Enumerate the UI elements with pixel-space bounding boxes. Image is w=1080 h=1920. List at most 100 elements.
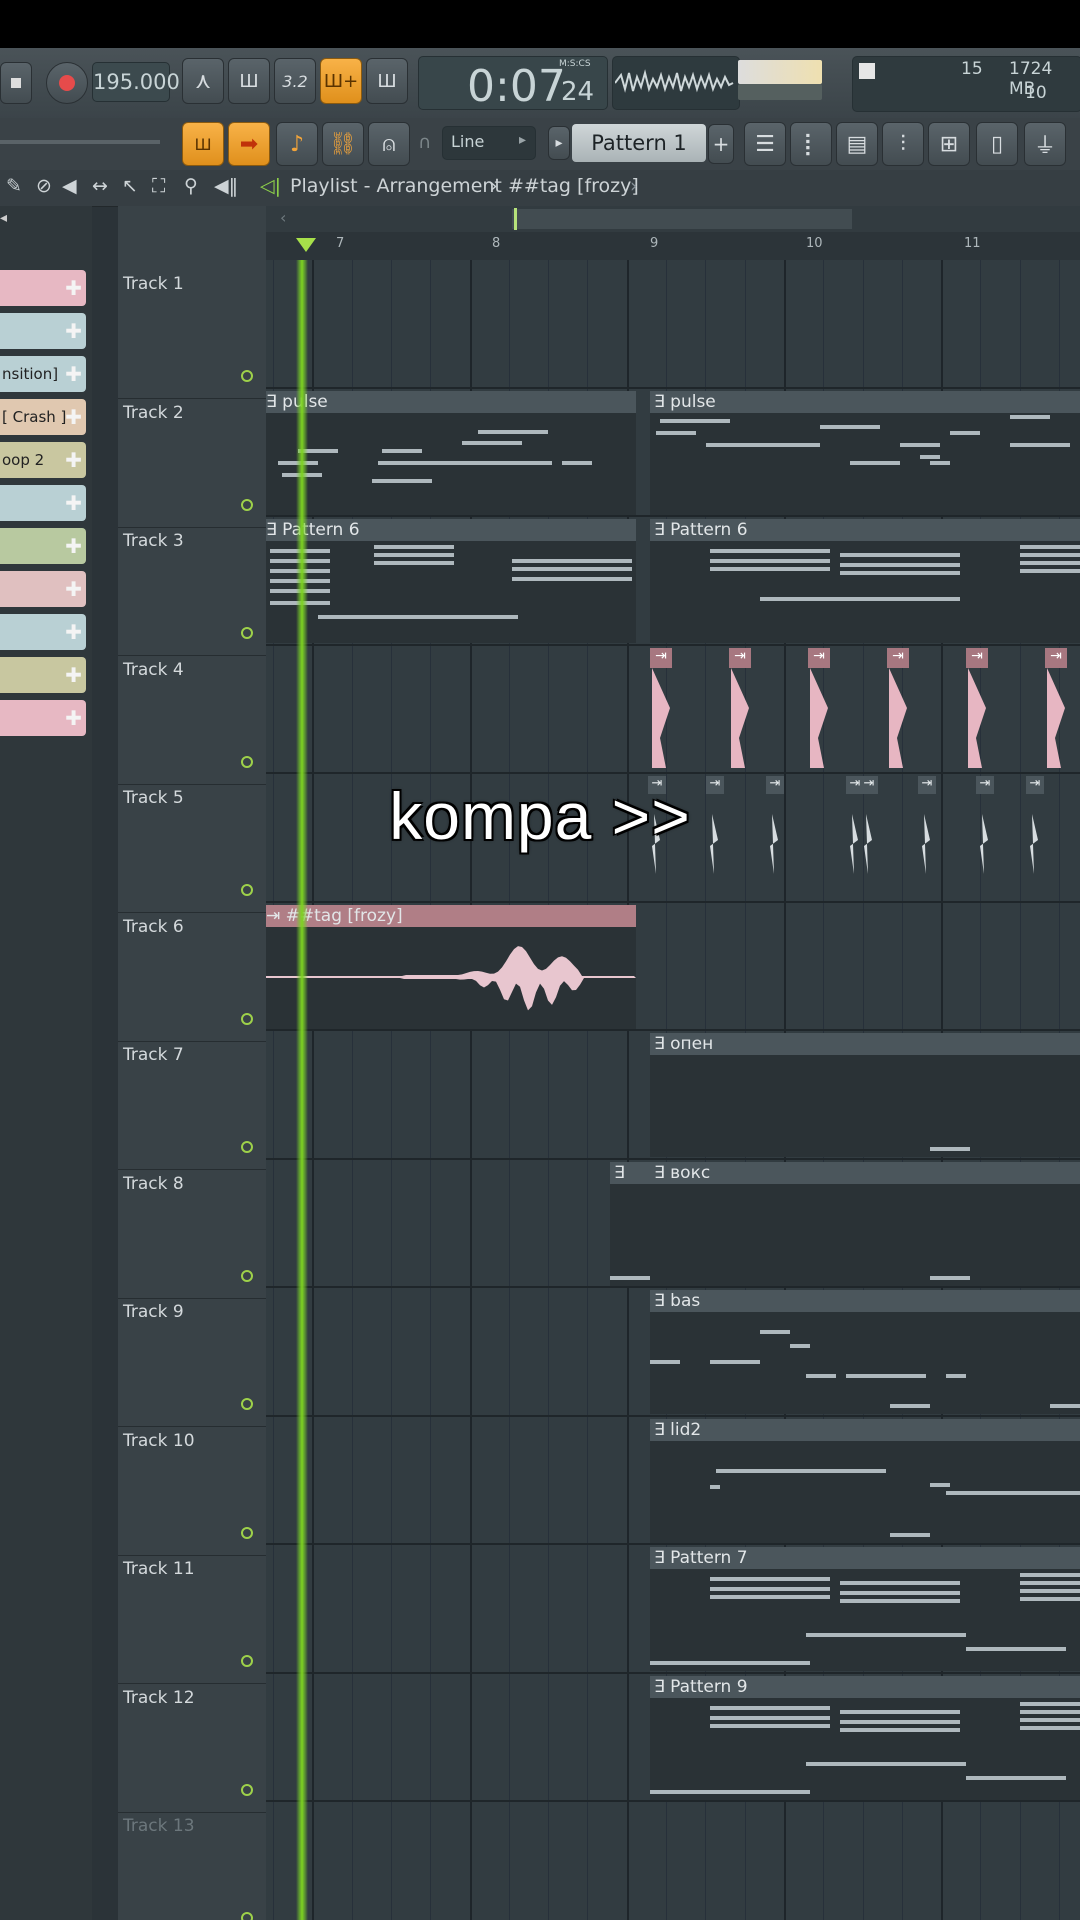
- audio-clip-icon[interactable]: ⇥: [650, 648, 672, 668]
- loop-record-button[interactable]: Ш: [366, 58, 408, 104]
- overview-window[interactable]: [512, 209, 852, 229]
- stop-button[interactable]: [0, 62, 32, 104]
- tempo-display[interactable]: 195.000: [92, 62, 180, 102]
- audio-clip-icon[interactable]: ⇥: [729, 648, 751, 668]
- plugin-button[interactable]: ⏚: [1024, 122, 1066, 166]
- track-header[interactable]: Track 12: [118, 1684, 266, 1813]
- metronome-button[interactable]: ⋏: [182, 58, 224, 104]
- track-enable-icon[interactable]: [241, 755, 253, 768]
- track-label: Track 4: [123, 659, 184, 680]
- track-header[interactable]: Track 8: [118, 1170, 266, 1299]
- channel-button[interactable]: ✚: [0, 485, 86, 521]
- step-edit-button[interactable]: Ш+: [320, 58, 362, 104]
- multilink-button[interactable]: ⍝: [368, 122, 410, 166]
- playlist-clip[interactable]: ∃ lid2: [650, 1419, 1080, 1543]
- wait-input-button[interactable]: Ш: [228, 58, 270, 104]
- track-header[interactable]: Track 2: [118, 399, 266, 528]
- playlist-clip[interactable]: ∃ вокс: [650, 1162, 1080, 1286]
- channel-button[interactable]: [ Crash ] ✚: [0, 399, 86, 435]
- master-volume-slider[interactable]: [738, 84, 822, 100]
- piano-roll-button[interactable]: ⡇: [790, 122, 832, 166]
- playlist-clip[interactable]: ∃: [610, 1162, 650, 1286]
- time-display[interactable]: 0:07 24 M:S:CS: [418, 56, 608, 112]
- channel-button[interactable]: ✚: [0, 571, 86, 607]
- track-header[interactable]: Track 7: [118, 1041, 266, 1170]
- track-enable-icon[interactable]: [241, 1269, 253, 1282]
- channel-button[interactable]: ✚: [0, 313, 86, 349]
- track-enable-icon[interactable]: [241, 1012, 253, 1025]
- track-enable-icon[interactable]: [241, 498, 253, 511]
- record-button[interactable]: [46, 62, 88, 104]
- slip-tool-icon[interactable]: ↔: [92, 175, 108, 197]
- playlist-clip[interactable]: ∃ Pattern 6: [266, 519, 636, 643]
- draw-tool-icon[interactable]: ✎: [6, 175, 22, 197]
- overview-bar[interactable]: ‹: [266, 206, 1080, 232]
- track-divider: [266, 901, 1080, 903]
- channel-button[interactable]: ✚: [0, 657, 86, 693]
- playlist-clip[interactable]: ∃ Pattern 9: [650, 1676, 1080, 1800]
- track-header[interactable]: Track 1: [118, 270, 266, 399]
- typing-keyboard-button[interactable]: ♪: [276, 122, 318, 166]
- pattern-selector[interactable]: Pattern 1: [572, 124, 706, 162]
- scroll-left-icon[interactable]: ‹: [280, 208, 296, 230]
- track-header[interactable]: Track 11: [118, 1555, 266, 1684]
- channel-rack-button[interactable]: ▤: [836, 122, 878, 166]
- add-pattern-button[interactable]: +: [708, 124, 734, 164]
- zoom-tool-icon[interactable]: ⚲: [184, 175, 198, 197]
- link-button[interactable]: ⛓: [322, 122, 364, 166]
- track-enable-icon[interactable]: [241, 884, 253, 896]
- track-enable-icon[interactable]: [241, 1655, 253, 1667]
- playlist-clip[interactable]: ⇥ ##tag [frozy]: [266, 905, 636, 1029]
- audio-clip-icon[interactable]: ⇥: [887, 648, 909, 668]
- song-position-slider[interactable]: [0, 140, 160, 144]
- select-tool-icon[interactable]: ↖: [122, 175, 138, 197]
- playhead-line[interactable]: [296, 260, 308, 1920]
- pattern-prev-button[interactable]: ▸: [548, 126, 570, 160]
- playlist-clip[interactable]: ∃ pulse: [266, 391, 636, 515]
- templates-button[interactable]: ▯: [976, 122, 1018, 166]
- playhead-marker-icon[interactable]: [296, 238, 316, 252]
- track-enable-icon[interactable]: [241, 1398, 253, 1410]
- channel-button[interactable]: ✚: [0, 270, 86, 306]
- slice-tool-icon[interactable]: ⛶: [152, 175, 165, 197]
- overview-playhead: [514, 208, 517, 230]
- track-header[interactable]: Track 10: [118, 1427, 266, 1556]
- playlist-clip[interactable]: ∃ Pattern 6: [650, 519, 1080, 643]
- playlist-clip[interactable]: ∃ Pattern 7: [650, 1547, 1080, 1671]
- track-header[interactable]: Track 4: [118, 656, 266, 785]
- track-enable-icon[interactable]: [241, 1783, 253, 1796]
- timeline-ruler[interactable]: 7 8 9 10 11: [266, 232, 1080, 260]
- track-header[interactable]: Track 9: [118, 1298, 266, 1427]
- browser-button[interactable]: ⊞: [928, 122, 970, 166]
- mute-tool-icon[interactable]: ⊘: [36, 175, 52, 197]
- playlist-clip[interactable]: ∃ опен: [650, 1033, 1080, 1157]
- playlist-clip[interactable]: ∃ bas: [650, 1290, 1080, 1414]
- channel-button[interactable]: ✚: [0, 700, 86, 736]
- track-header[interactable]: Track 6: [118, 913, 266, 1042]
- track-enable-icon[interactable]: [241, 370, 253, 382]
- audio-clip-icon[interactable]: ⇥: [966, 648, 988, 668]
- track-enable-icon[interactable]: [241, 1526, 253, 1539]
- channel-button[interactable]: ✚: [0, 614, 86, 650]
- channel-button[interactable]: ✚: [0, 528, 86, 564]
- speaker-tool-icon[interactable]: ◀: [62, 175, 77, 197]
- track-header[interactable]: Track 13: [118, 1812, 266, 1920]
- track-enable-icon[interactable]: [241, 1141, 253, 1153]
- playback-tool-icon[interactable]: ◀‖: [214, 175, 238, 197]
- playlist-grid[interactable]: ∃ pulse∃ pulse∃ Pattern 6∃ Pattern 6 ⇥ ⇥ ⇥ ⇥…: [266, 260, 1080, 1920]
- playlist-clip[interactable]: ∃ pulse: [650, 391, 1080, 515]
- playlist-mode-button[interactable]: Ш: [182, 122, 224, 166]
- audio-clip-icon[interactable]: ⇥: [808, 648, 830, 668]
- snap-selector[interactable]: Line ▸: [442, 126, 536, 160]
- song-mode-button[interactable]: ➡: [228, 122, 270, 166]
- track-header[interactable]: Track 3: [118, 527, 266, 656]
- audio-clip-icon[interactable]: ⇥: [1045, 648, 1067, 668]
- track-enable-icon[interactable]: [241, 1912, 253, 1920]
- countdown-button[interactable]: 3.2: [274, 58, 316, 104]
- channel-button[interactable]: oop 2 ✚: [0, 442, 86, 478]
- plus-icon: +: [712, 132, 730, 156]
- mixer-button[interactable]: ⫶: [882, 122, 924, 166]
- track-enable-icon[interactable]: [241, 627, 253, 639]
- channel-button[interactable]: nsition] ✚: [0, 356, 86, 392]
- playlist-window-button[interactable]: ☰: [744, 122, 786, 166]
